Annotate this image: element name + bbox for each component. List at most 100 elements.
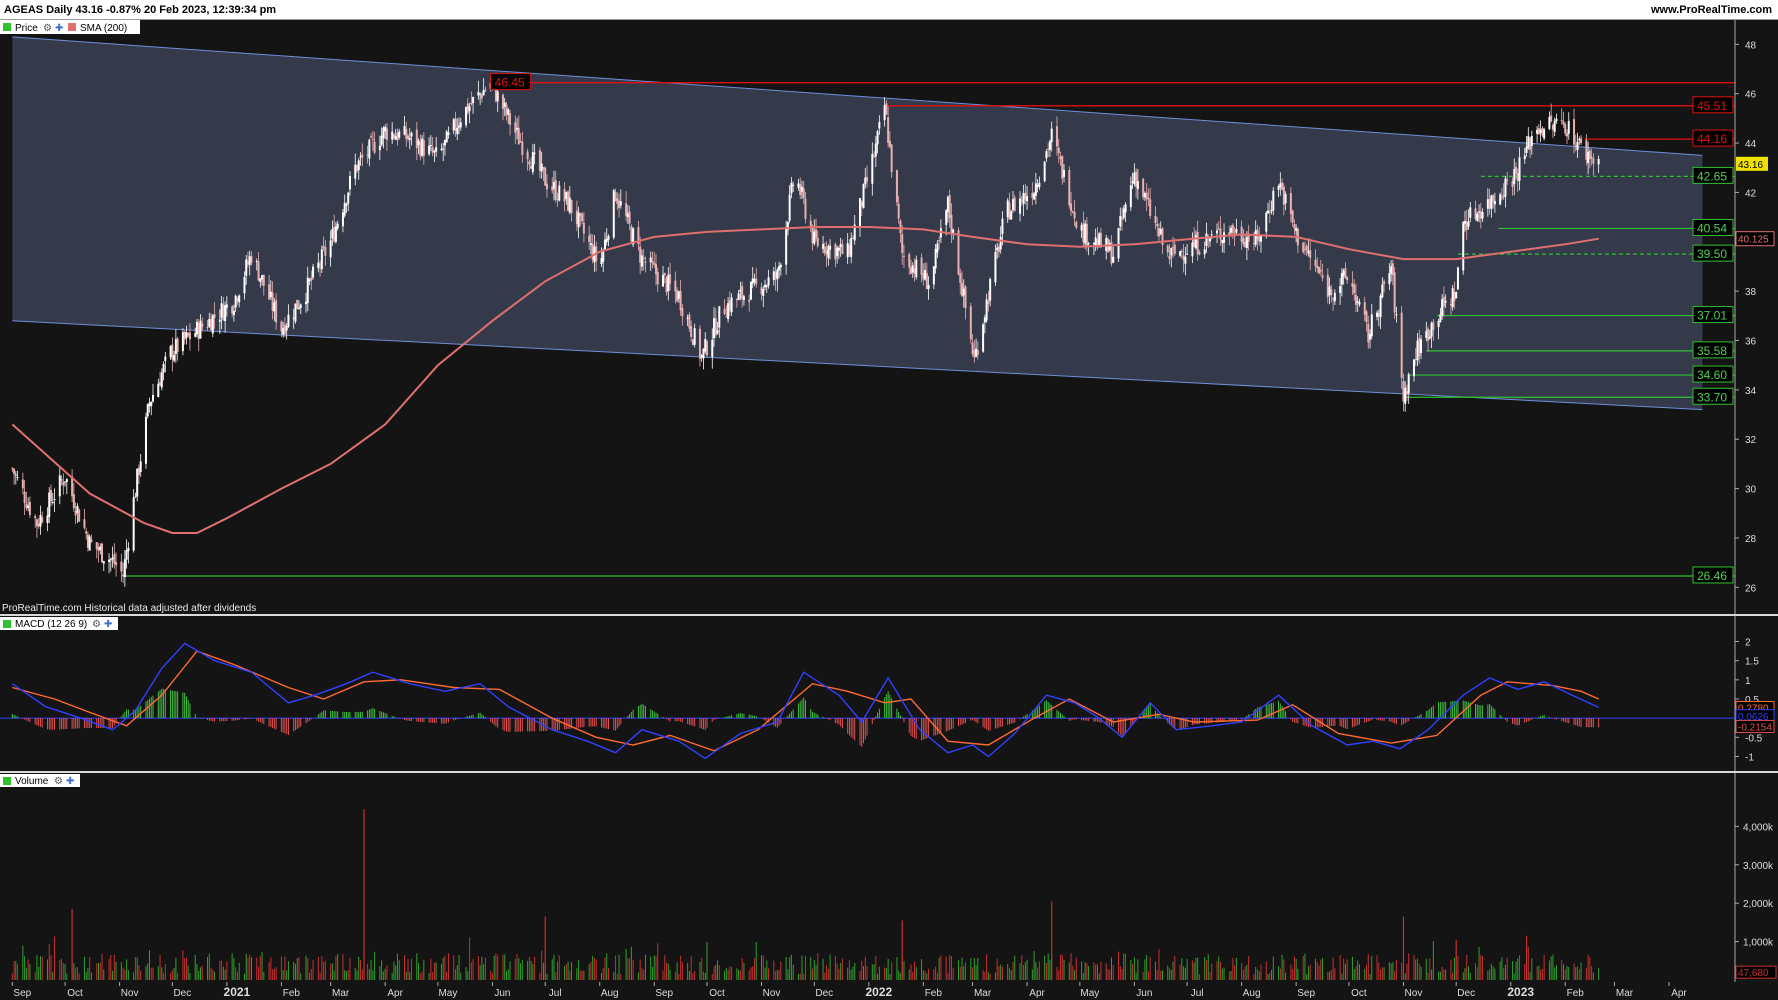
candle-body xyxy=(950,214,953,234)
support-label: 39.50 xyxy=(1697,247,1727,261)
candle-body xyxy=(1442,296,1445,307)
candle-body xyxy=(1154,215,1157,224)
candle-body xyxy=(1332,298,1335,300)
candle-body xyxy=(1122,208,1125,218)
candle-body xyxy=(382,127,385,139)
candle-body xyxy=(582,222,585,234)
candle-body xyxy=(1499,194,1502,205)
candle-body xyxy=(800,186,803,192)
candle-body xyxy=(99,546,102,550)
support-label: 33.70 xyxy=(1697,390,1727,404)
candle-body xyxy=(885,103,888,115)
candle-body xyxy=(90,539,93,542)
candle-body xyxy=(1530,136,1533,146)
candle-body xyxy=(911,265,914,273)
candle-body xyxy=(1319,269,1322,272)
plus-icon[interactable]: ✚ xyxy=(55,23,63,34)
candle-body xyxy=(616,198,619,204)
candle-body xyxy=(21,479,24,489)
price-tick-label: 46 xyxy=(1745,90,1757,101)
candle-body xyxy=(1500,197,1503,199)
candle-body xyxy=(957,230,960,275)
candle-body xyxy=(887,117,890,143)
candle-body xyxy=(459,122,462,128)
candle-body xyxy=(1045,151,1048,159)
candle-body xyxy=(644,262,647,264)
wrench-icon[interactable]: ⚙ xyxy=(43,23,52,34)
candle-body xyxy=(948,195,951,219)
candle-body xyxy=(1400,312,1403,379)
candle-body xyxy=(452,119,455,131)
volume-legend[interactable]: Volume ⚙ ✚ xyxy=(0,774,80,787)
candle-body xyxy=(1377,314,1380,316)
candle-body xyxy=(1230,227,1233,233)
candle-body xyxy=(859,198,861,228)
candle-body xyxy=(677,291,680,299)
candle-body xyxy=(454,118,457,131)
candle-body xyxy=(1216,230,1219,234)
candle-body xyxy=(1129,185,1132,208)
candle-body xyxy=(134,496,137,498)
candle-body xyxy=(85,531,88,534)
wrench-icon[interactable]: ⚙ xyxy=(54,776,63,787)
candle-body xyxy=(429,145,432,147)
candle-body xyxy=(222,304,225,321)
candle-body xyxy=(1019,198,1022,214)
price-tick-label: 28 xyxy=(1745,534,1757,545)
candle-body xyxy=(443,139,446,146)
candle-body xyxy=(1068,169,1071,206)
candle-body xyxy=(976,350,979,355)
time-tick-label: Feb xyxy=(1567,988,1585,999)
candle-body xyxy=(542,167,545,170)
candle-body xyxy=(639,246,642,263)
macd-legend[interactable]: MACD (12 26 9) ⚙ ✚ xyxy=(0,617,118,630)
candle-body xyxy=(772,271,775,281)
candle-body xyxy=(1469,207,1472,218)
candle-body xyxy=(282,328,285,335)
candle-body xyxy=(37,523,40,527)
candle-body xyxy=(883,105,886,121)
candle-body xyxy=(503,102,506,107)
candle-body xyxy=(846,243,849,258)
candle-body xyxy=(1592,158,1595,164)
candle-body xyxy=(1369,333,1372,340)
candle-body xyxy=(1203,249,1206,255)
candle-body xyxy=(1330,289,1333,296)
candle-body xyxy=(283,324,286,334)
candle-body xyxy=(753,278,756,283)
candle-body xyxy=(540,163,543,172)
candle-body xyxy=(676,290,679,302)
candle-body xyxy=(1339,286,1342,294)
candle-body xyxy=(1576,141,1579,150)
candle-body xyxy=(589,243,592,245)
candle-body xyxy=(607,236,610,240)
candle-body xyxy=(927,284,930,289)
panel-separator-volume[interactable] xyxy=(0,771,1778,773)
panel-separator-macd[interactable] xyxy=(0,614,1778,616)
candle-body xyxy=(642,257,645,260)
candle-body xyxy=(1314,259,1317,267)
candle-body xyxy=(157,383,160,398)
candle-body xyxy=(760,287,763,295)
wrench-icon[interactable]: ⚙ xyxy=(92,619,101,630)
candle-body xyxy=(1231,224,1234,233)
candle-body xyxy=(1573,119,1576,145)
candle-body xyxy=(187,333,190,336)
price-tick-label: 44 xyxy=(1745,139,1757,150)
candle-body xyxy=(201,323,204,328)
support-label: 40.54 xyxy=(1697,221,1727,235)
price-legend[interactable]: Price ⚙ ✚ SMA (200) xyxy=(0,20,140,34)
candle-body xyxy=(654,263,657,275)
candle-body xyxy=(1539,129,1542,133)
candle-body xyxy=(528,161,531,165)
macd-value-labels: 0.27800.0626-0.2154 xyxy=(1735,701,1775,733)
candle-body xyxy=(945,210,948,225)
candle-body xyxy=(1351,283,1354,287)
candle-body xyxy=(767,277,770,286)
plus-icon[interactable]: ✚ xyxy=(66,776,74,787)
candle-body xyxy=(1590,156,1593,159)
support-label: 26.46 xyxy=(1697,569,1727,583)
candle-body xyxy=(1194,235,1197,249)
candle-body xyxy=(1012,199,1015,210)
plus-icon[interactable]: ✚ xyxy=(104,619,112,630)
